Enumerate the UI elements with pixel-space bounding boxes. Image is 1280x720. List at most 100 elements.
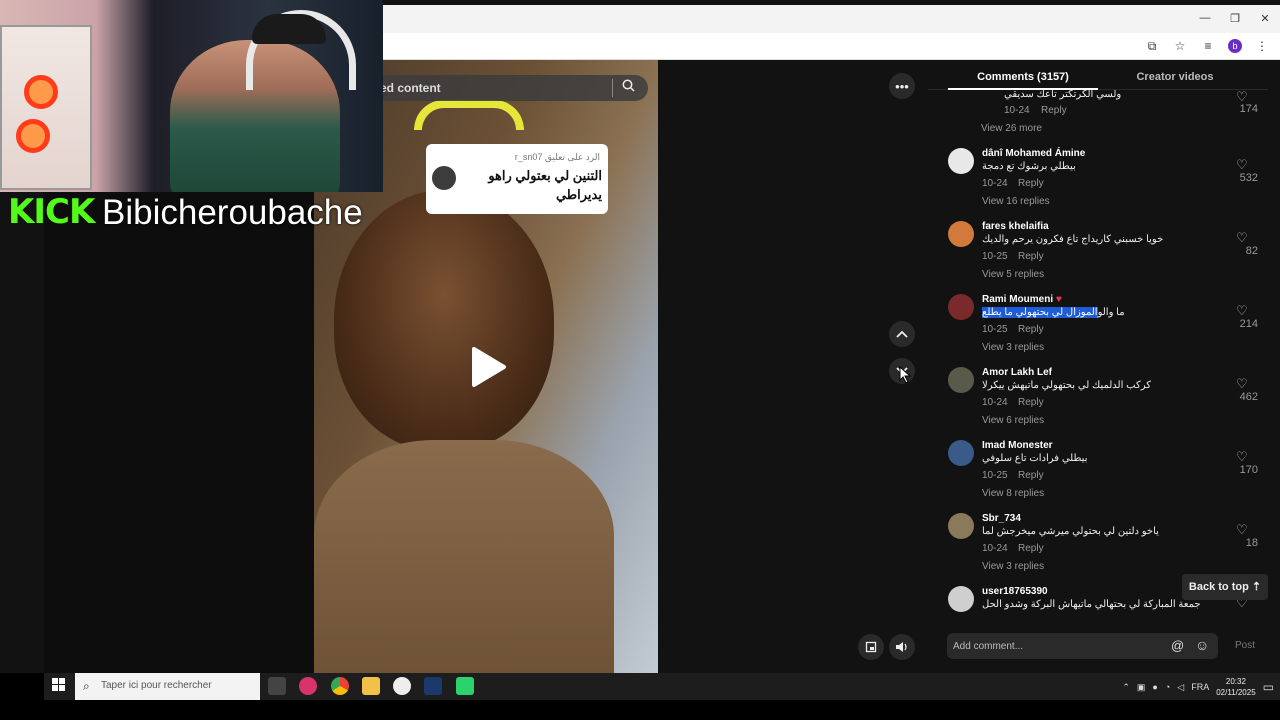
comment-text: ياخو دلتين لي بحتولي ميرشي ميخرجش لما xyxy=(982,526,1159,537)
comments-panel: Comments (3157) Creator videos ولسي الكر… xyxy=(928,60,1280,673)
play-icon[interactable] xyxy=(468,345,508,389)
windows-start-icon[interactable] xyxy=(52,678,65,694)
reply-button[interactable]: Reply xyxy=(1018,324,1044,335)
discord-app-icon[interactable] xyxy=(299,677,317,695)
minimize-button[interactable]: — xyxy=(1190,8,1220,28)
network-icon[interactable]: ▣ xyxy=(1137,682,1146,693)
comment-username[interactable]: user18765390 xyxy=(982,586,1048,597)
comment-text: بيطلي فرادات تاع سلوفي xyxy=(982,453,1088,464)
picture-in-picture-button[interactable] xyxy=(858,634,884,660)
selected-text[interactable]: الموزال لي بحتهولي ما يطلع xyxy=(982,307,1098,318)
avatar[interactable] xyxy=(948,513,974,539)
like-count: 174 xyxy=(1239,103,1258,115)
reply-button[interactable]: Reply xyxy=(1018,397,1044,408)
cap xyxy=(252,14,326,44)
comment-text: ولسي الكرتكتر تاعك سديقي xyxy=(1004,90,1122,100)
reply-button[interactable]: Reply xyxy=(1041,105,1067,116)
avatar[interactable] xyxy=(948,440,974,466)
view-more-replies[interactable]: View 5 replies xyxy=(982,269,1044,280)
avatar[interactable] xyxy=(948,586,974,612)
file-explorer-icon[interactable] xyxy=(362,677,380,695)
comment-text: جمعة المباركة لي بحتهالي ماتيهاش البركة … xyxy=(982,599,1201,610)
post-button[interactable]: Post xyxy=(1235,640,1255,651)
microphone-icon[interactable]: ● xyxy=(1152,682,1157,692)
restore-button[interactable]: ❐ xyxy=(1220,8,1250,28)
reply-button[interactable]: Reply xyxy=(1018,543,1044,554)
comment-username[interactable]: dânî Mohamed Ámine xyxy=(982,148,1085,159)
reply-button[interactable]: Reply xyxy=(1018,470,1044,481)
comment-input[interactable] xyxy=(953,637,1163,655)
chevron-up-icon[interactable]: ⌃ xyxy=(1122,682,1130,693)
comment-text: كركب الدلميك لي بحتهولي ماتيهش ييكرلا xyxy=(982,380,1151,391)
avatar[interactable] xyxy=(948,221,974,247)
bottom-bar xyxy=(0,700,1280,720)
heart-icon[interactable]: ♡ xyxy=(1236,376,1248,392)
heart-icon[interactable]: ♡ xyxy=(1236,157,1248,173)
media-controls-icon[interactable]: ≡ xyxy=(1200,37,1216,55)
browser-menu-icon[interactable]: ⋮ xyxy=(1254,37,1270,55)
comment-username[interactable]: Rami Moumeni ♥ xyxy=(982,294,1062,305)
heart-badge-icon: ♥ xyxy=(1055,294,1062,305)
bookmark-star-icon[interactable]: ☆ xyxy=(1172,37,1188,55)
address-bar[interactable]: ⧉ ☆ ≡ b ⋮ xyxy=(383,33,1280,60)
reply-button[interactable]: Reply xyxy=(1018,251,1044,262)
notifications-icon[interactable]: ▭ xyxy=(1263,680,1274,694)
reply-button[interactable]: Reply xyxy=(1018,178,1044,189)
avatar[interactable] xyxy=(948,148,974,174)
view-more-replies[interactable]: View 26 more xyxy=(981,123,1042,134)
obs-app-icon[interactable] xyxy=(393,677,411,695)
close-window-button[interactable]: ✕ xyxy=(1250,8,1280,28)
view-more-replies[interactable]: View 6 replies xyxy=(982,415,1044,426)
view-more-replies[interactable]: View 3 replies xyxy=(982,342,1044,353)
comments-tabs: Comments (3157) Creator videos xyxy=(928,60,1268,90)
volume-icon[interactable]: ◁ xyxy=(1177,682,1184,693)
steam-app-icon[interactable] xyxy=(424,677,442,695)
list-item: dânî Mohamed Ámine بيطلي برشوك تع دمجة 1… xyxy=(928,148,1268,221)
chrome-app-icon[interactable] xyxy=(331,677,349,695)
view-more-replies[interactable]: View 8 replies xyxy=(982,488,1044,499)
reply-sticker: الرد على تعليق r_sn07 التنين لي بعتولي ر… xyxy=(426,144,608,214)
install-app-icon[interactable]: ⧉ xyxy=(1144,37,1160,55)
view-more-replies[interactable]: View 3 replies xyxy=(982,561,1044,572)
previous-video-button[interactable] xyxy=(889,321,915,347)
more-options-button[interactable]: ••• xyxy=(889,73,915,99)
wifi-icon[interactable]: ◔ xyxy=(1165,682,1170,692)
heart-icon[interactable]: ♡ xyxy=(1236,522,1248,538)
comment-date: 10-25 xyxy=(982,470,1008,481)
emoji-icon[interactable]: ☺ xyxy=(1195,637,1209,653)
search-icon[interactable] xyxy=(622,79,635,95)
back-to-top-button[interactable]: Back to top ⇡ xyxy=(1182,574,1268,600)
taskbar-search-placeholder: Taper ici pour rechercher xyxy=(101,680,212,691)
add-comment-box[interactable]: @ ☺ xyxy=(947,633,1218,659)
heart-icon[interactable]: ♡ xyxy=(1236,303,1248,319)
avatar[interactable] xyxy=(948,294,974,320)
language-indicator[interactable]: FRA xyxy=(1191,682,1209,692)
list-item: fares khelaifia خويا خسبني كاريداج تاع ف… xyxy=(928,221,1268,294)
tab-comments[interactable]: Comments (3157) xyxy=(948,60,1098,90)
taskbar-search[interactable]: ⌕ Taper ici pour rechercher xyxy=(75,673,260,700)
kick-app-icon[interactable] xyxy=(456,677,474,695)
comment-username[interactable]: Sbr_734 xyxy=(982,513,1021,524)
comment-list[interactable]: ولسي الكرتكتر تاعك سديقي 10-24 Reply Vie… xyxy=(928,90,1268,618)
like-count: 532 xyxy=(1239,172,1258,184)
task-view-icon[interactable] xyxy=(268,677,286,695)
comment-username[interactable]: Imad Monester xyxy=(982,440,1053,451)
view-more-replies[interactable]: View 16 replies xyxy=(982,196,1050,207)
streamer-name: Bibicheroubache xyxy=(102,193,363,232)
mention-icon[interactable]: @ xyxy=(1171,638,1184,653)
address-bar-icons: ⧉ ☆ ≡ b ⋮ xyxy=(1144,37,1270,55)
clock[interactable]: 20:32 02/11/2025 xyxy=(1216,676,1255,698)
avatar[interactable] xyxy=(948,367,974,393)
search-text: ed content xyxy=(380,81,441,95)
comment-username[interactable]: fares khelaifia xyxy=(982,221,1049,232)
volume-button[interactable] xyxy=(889,634,915,660)
heart-icon[interactable]: ♡ xyxy=(1236,449,1248,465)
like-count: 82 xyxy=(1245,245,1258,257)
list-item: Imad Monester بيطلي فرادات تاع سلوفي 10-… xyxy=(928,440,1268,513)
profile-avatar[interactable]: b xyxy=(1228,39,1242,53)
kick-logo: KICK xyxy=(8,192,95,232)
comment-username[interactable]: Amor Lakh Lef xyxy=(982,367,1052,378)
heart-icon[interactable]: ♡ xyxy=(1236,230,1248,246)
tab-creator-videos[interactable]: Creator videos xyxy=(1100,60,1250,90)
comment-date: 10-24 xyxy=(982,543,1008,554)
